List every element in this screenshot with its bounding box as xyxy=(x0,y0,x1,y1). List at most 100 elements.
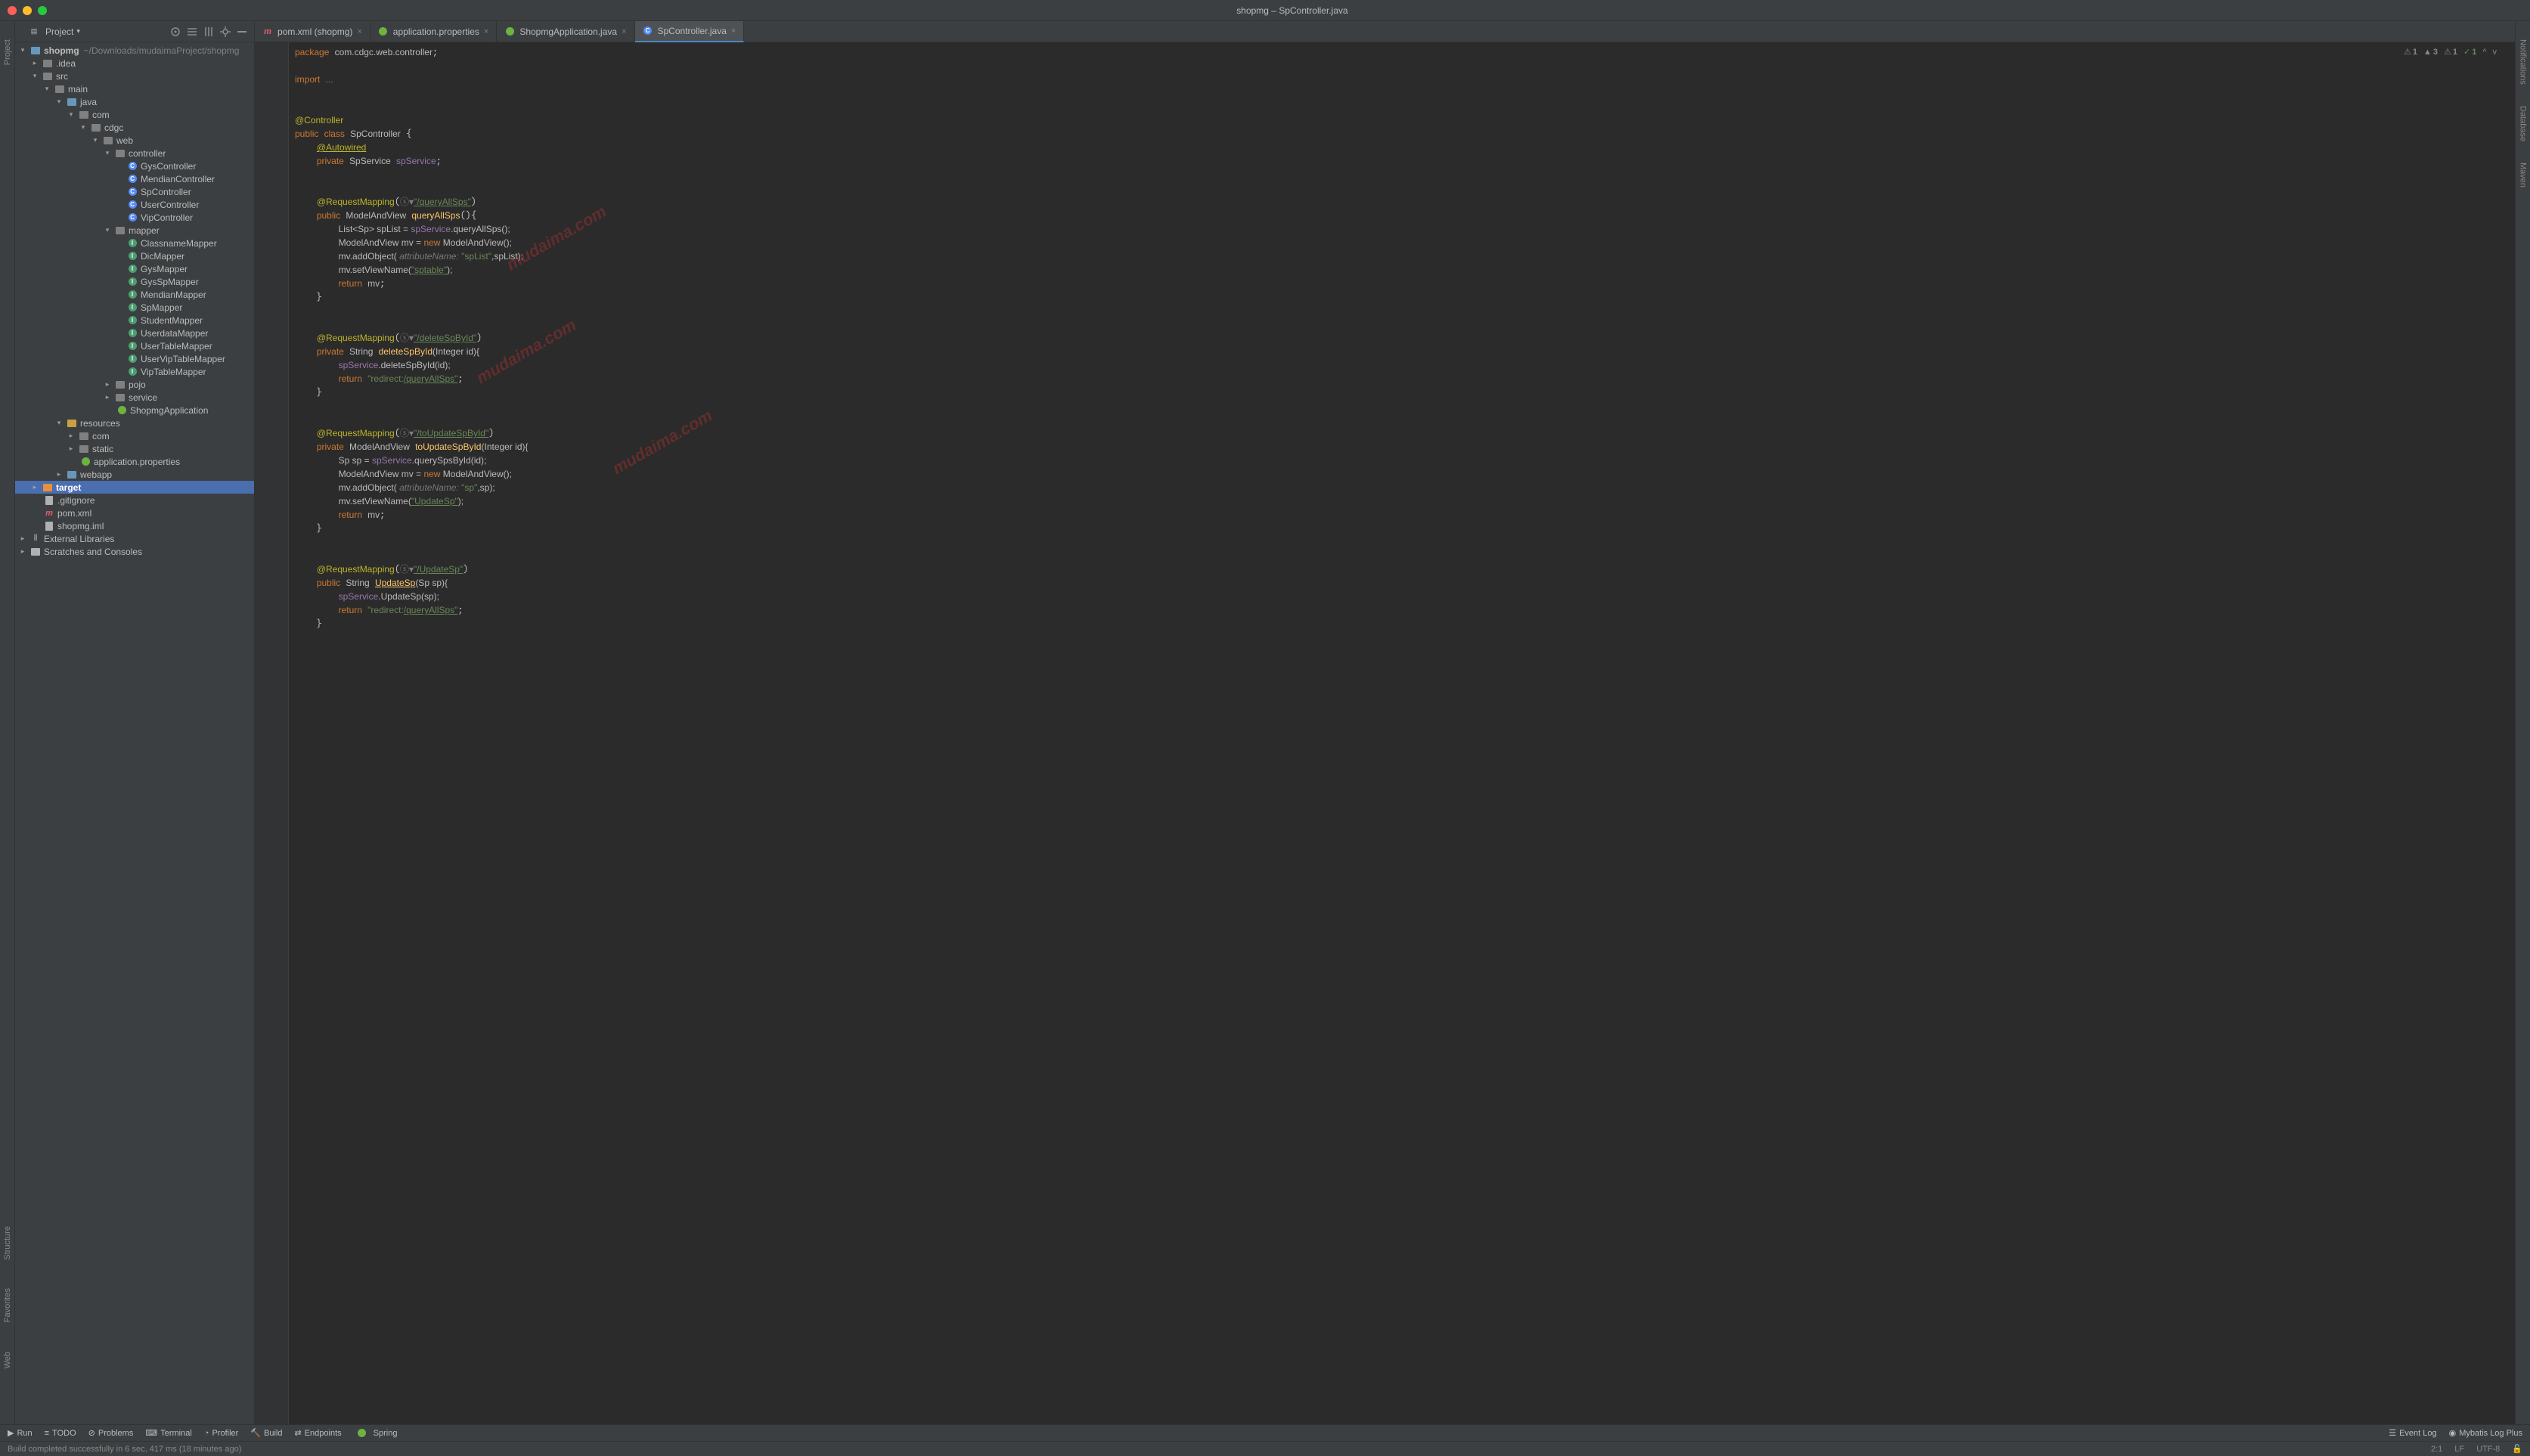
tree-viptable-mapper[interactable]: IVipTableMapper xyxy=(15,365,254,378)
tree-web[interactable]: web xyxy=(15,134,254,147)
window-controls xyxy=(8,6,47,15)
eventlog-button[interactable]: ☰Event Log xyxy=(2389,1428,2436,1438)
profiler-button[interactable]: ◔Profiler xyxy=(204,1429,239,1438)
run-button[interactable]: ▶Run xyxy=(8,1428,33,1438)
tree-java[interactable]: java xyxy=(15,95,254,108)
rail-project[interactable]: Project xyxy=(3,36,12,68)
minimize-window-icon[interactable] xyxy=(23,6,32,15)
tree-pom[interactable]: mpom.xml xyxy=(15,507,254,519)
watermark: mudaima.com xyxy=(504,204,608,272)
window-title: shopmg – SpController.java xyxy=(62,5,2522,16)
mybatis-icon: ◉ xyxy=(2449,1428,2457,1438)
tree-idea[interactable]: .idea xyxy=(15,57,254,70)
tree-mapper[interactable]: mapper xyxy=(15,224,254,237)
tree-mendian-controller[interactable]: CMendianController xyxy=(15,172,254,185)
tree-service[interactable]: service xyxy=(15,391,254,404)
class-icon: C xyxy=(643,26,652,35)
hammer-icon: 🔨 xyxy=(250,1428,261,1438)
mybatis-button[interactable]: ◉Mybatis Log Plus xyxy=(2449,1428,2522,1438)
rail-notifications[interactable]: Notifications xyxy=(2519,36,2528,88)
project-dropdown[interactable]: ▤ Project ▾ xyxy=(21,25,85,39)
caret-position[interactable]: 2:1 xyxy=(2431,1445,2442,1454)
tree-pojo[interactable]: pojo xyxy=(15,378,254,391)
tree-cdgc[interactable]: cdgc xyxy=(15,121,254,134)
tree-ext-libs[interactable]: ⫴External Libraries xyxy=(15,532,254,545)
spring-icon xyxy=(379,27,387,36)
root-name: shopmg xyxy=(44,45,79,56)
close-icon[interactable]: × xyxy=(484,27,488,36)
tree-gys-mapper[interactable]: IGysMapper xyxy=(15,262,254,275)
rail-favorites[interactable]: Favorites xyxy=(3,1285,12,1325)
spring-icon xyxy=(358,1429,366,1437)
tree-usertable-mapper[interactable]: IUserTableMapper xyxy=(15,339,254,352)
close-icon[interactable]: × xyxy=(622,27,626,36)
tree-src[interactable]: src xyxy=(15,70,254,82)
project-label: Project xyxy=(45,26,73,37)
tree-sp-controller[interactable]: CSpController xyxy=(15,185,254,198)
terminal-icon: ⌨ xyxy=(145,1428,157,1438)
rail-maven[interactable]: Maven xyxy=(2519,160,2528,191)
close-window-icon[interactable] xyxy=(8,6,17,15)
tree-com[interactable]: com xyxy=(15,108,254,121)
project-view-icon: ▤ xyxy=(29,26,39,37)
tab-pom[interactable]: mpom.xml (shopmg)× xyxy=(255,21,371,42)
tree-shopmg-application[interactable]: ShopmgApplication xyxy=(15,404,254,417)
tree-iml[interactable]: shopmg.iml xyxy=(15,519,254,532)
tree-res-com[interactable]: com xyxy=(15,429,254,442)
editor-gutter[interactable] xyxy=(255,42,289,1424)
tree-vip-controller[interactable]: CVipController xyxy=(15,211,254,224)
tree-main[interactable]: main xyxy=(15,82,254,95)
todo-button[interactable]: ≡TODO xyxy=(45,1429,76,1438)
tree-controller[interactable]: controller xyxy=(15,147,254,160)
close-icon[interactable]: × xyxy=(731,26,736,36)
project-header: ▤ Project ▾ xyxy=(15,21,254,42)
build-button[interactable]: 🔨Build xyxy=(250,1428,282,1438)
terminal-button[interactable]: ⌨Terminal xyxy=(145,1428,191,1438)
tree-classname-mapper[interactable]: IClassnameMapper xyxy=(15,237,254,249)
tree-scratches[interactable]: Scratches and Consoles xyxy=(15,545,254,558)
line-ending[interactable]: LF xyxy=(2454,1445,2464,1454)
locate-icon[interactable] xyxy=(169,26,181,38)
endpoints-button[interactable]: ⇄Endpoints xyxy=(294,1428,341,1438)
tree-mendian-mapper[interactable]: IMendianMapper xyxy=(15,288,254,301)
rail-structure[interactable]: Structure xyxy=(3,1223,12,1263)
right-tool-rail: Notifications Database Maven xyxy=(2515,21,2530,1424)
tree-app-properties[interactable]: application.properties xyxy=(15,455,254,468)
root-path: ~/Downloads/mudaimaProject/shopmg xyxy=(84,45,240,56)
tree-root[interactable]: shopmg ~/Downloads/mudaimaProject/shopmg xyxy=(15,44,254,57)
tree-static[interactable]: static xyxy=(15,442,254,455)
project-tree[interactable]: shopmg ~/Downloads/mudaimaProject/shopmg… xyxy=(15,42,254,1424)
tree-userdata-mapper[interactable]: IUserdataMapper xyxy=(15,327,254,339)
watermark: mudaima.com xyxy=(474,318,578,386)
spring-button[interactable]: Spring xyxy=(354,1428,398,1439)
tab-spcontroller[interactable]: CSpController.java× xyxy=(635,21,745,42)
collapse-all-icon[interactable] xyxy=(203,26,215,38)
rail-web[interactable]: Web xyxy=(3,1349,12,1371)
warning-icon: ⊘ xyxy=(88,1428,95,1438)
tree-userviptable-mapper[interactable]: IUserVipTableMapper xyxy=(15,352,254,365)
project-sidebar: ▤ Project ▾ shopmg ~/Downloads/mudaimaPr… xyxy=(15,21,255,1424)
tree-target[interactable]: target xyxy=(15,481,254,494)
watermark: mudaima.com xyxy=(610,408,714,476)
tree-gyssp-mapper[interactable]: IGysSpMapper xyxy=(15,275,254,288)
tab-shopmgapp[interactable]: ShopmgApplication.java× xyxy=(497,21,634,42)
maximize-window-icon[interactable] xyxy=(38,6,47,15)
lock-icon[interactable]: 🔓 xyxy=(2512,1444,2522,1454)
tree-dic-mapper[interactable]: IDicMapper xyxy=(15,249,254,262)
tree-webapp[interactable]: webapp xyxy=(15,468,254,481)
expand-all-icon[interactable] xyxy=(186,26,198,38)
hide-icon[interactable] xyxy=(236,26,248,38)
encoding[interactable]: UTF-8 xyxy=(2476,1445,2500,1454)
problems-button[interactable]: ⊘Problems xyxy=(88,1428,134,1438)
tree-gys-controller[interactable]: CGysController xyxy=(15,160,254,172)
tree-student-mapper[interactable]: IStudentMapper xyxy=(15,314,254,327)
code-editor[interactable]: package com.cdgc.web.controller; import … xyxy=(289,42,2515,1424)
tree-gitignore[interactable]: .gitignore xyxy=(15,494,254,507)
rail-database[interactable]: Database xyxy=(2519,103,2528,144)
tree-sp-mapper[interactable]: ISpMapper xyxy=(15,301,254,314)
settings-icon[interactable] xyxy=(219,26,231,38)
tree-user-controller[interactable]: CUserController xyxy=(15,198,254,211)
tree-resources[interactable]: resources xyxy=(15,417,254,429)
tab-appprops[interactable]: application.properties× xyxy=(371,21,498,42)
close-icon[interactable]: × xyxy=(357,27,361,36)
